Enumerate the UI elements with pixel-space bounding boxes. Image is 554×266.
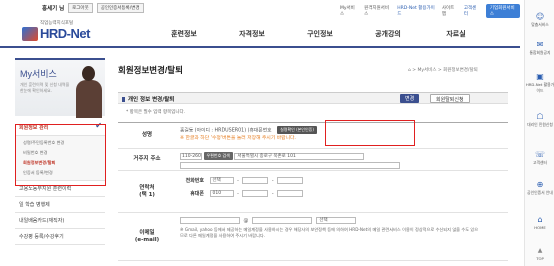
sidebar-desc: 개인 훈련이력 및 신청 내역을 한눈에 확인하세요.	[20, 82, 70, 93]
highlight-box-verify	[325, 120, 415, 146]
sidebar-item-work-study[interactable]: 일 학습 병행제	[15, 197, 105, 213]
email-label: 이메일 (e-mail)	[134, 229, 160, 243]
email-row: 이메일 (e-mail) @ 선택 ※ Gmail, yahoo 등에서 제공하…	[118, 213, 508, 261]
name-row: 성명 홍길동 (아이디 : HRDUSER01) (휴대폰번호 실명확인 (본인…	[118, 123, 508, 149]
nav-qualification[interactable]: 자격정보	[218, 29, 286, 39]
quick-label: TOP	[536, 256, 544, 261]
hrd-net-logo[interactable]: 직업능력지식포털 HRD-Net	[22, 20, 112, 46]
quick-cert[interactable]: ⊕ 공인인증서 안내	[525, 180, 554, 196]
nav-jobs[interactable]: 구인정보	[286, 29, 354, 39]
person-icon: ☺	[535, 12, 545, 21]
quick-customer[interactable]: ☏ 고객센터	[525, 150, 554, 166]
email-domain-select[interactable]: 선택	[316, 217, 357, 224]
sidebar-item-card[interactable]: 내일배움카드(재직자)	[15, 213, 105, 229]
quick-menu: ☺ 맞춤서비스 ✉ 통합회원공지 ▣ HRD-Net 활용가이드 ☖ 대리인 민원신청 …	[524, 0, 554, 266]
page-title: 회원정보변경/탈퇴	[118, 65, 183, 75]
quick-label: 대리인 민원신청	[527, 122, 553, 127]
contact-label: 연락처 (택 1)	[139, 184, 155, 198]
phone-icon: ☏	[535, 150, 546, 159]
required-note: * 항목은 필수 입력 항목입니다.	[126, 110, 186, 115]
quick-label: 고객센터	[533, 160, 547, 165]
guide-icon: ▣	[536, 72, 544, 81]
contact-row: 연락처 (택 1) 전화번호 선택 - - 휴대폰 010 - -	[118, 171, 508, 213]
quick-label: 통합회원공지	[529, 50, 551, 55]
phone-label: 전화번호	[185, 178, 204, 184]
quick-label: 맞춤서비스	[531, 22, 549, 27]
zip-search-button[interactable]: 우편번호 검색	[203, 152, 233, 160]
site-header: 직업능력지식포털 HRD-Net 훈련정보 자격정보 구인정보 공개강의 자료실	[0, 14, 520, 48]
mobile-last-input[interactable]	[277, 190, 304, 197]
proxy-icon: ☖	[536, 112, 544, 121]
address-row: 거주지 주소 110-260 우편번호 검색 서울특별시 종로구 북촌로 101	[118, 149, 508, 171]
email-id-input[interactable]	[180, 217, 240, 224]
phone-last-input[interactable]	[277, 177, 304, 184]
address2-input[interactable]	[180, 162, 400, 169]
phone-mid-input[interactable]	[242, 177, 269, 184]
sidebar-item-review[interactable]: 수강평 등록/수강후기	[15, 229, 105, 245]
plus-icon: ⊕	[536, 180, 544, 189]
home-icon: ⌂	[537, 215, 543, 224]
member-form: 성명 홍길동 (아이디 : HRDUSER01) (휴대폰번호 실명확인 (본인…	[118, 122, 508, 261]
logout-button[interactable]: 로그아웃	[68, 3, 93, 13]
sidebar-title: My서비스	[20, 69, 57, 79]
name-label: 성명	[141, 132, 153, 138]
user-area: 홍세기 님 로그아웃 공인인증서등록/변경	[42, 3, 144, 13]
quick-label: 공인인증서 안내	[527, 190, 553, 195]
quick-label: HOME	[534, 225, 546, 230]
nav-training[interactable]: 훈련정보	[150, 29, 218, 39]
cert-register-button[interactable]: 공인인증서등록/변경	[96, 3, 144, 13]
logo-mark-icon	[22, 27, 38, 41]
quick-top[interactable]: ▲ TOP	[525, 246, 554, 261]
quick-notice[interactable]: ✉ 통합회원공지	[525, 40, 554, 56]
breadcrumb: ⌂ > My서비스 > 회원정보변경/탈퇴	[408, 68, 478, 73]
email-note: ※ Gmail, yahoo 등에서 제공하는 메일계정을 사용하시는 경우 해…	[180, 227, 479, 238]
name-value: 홍길동 (아이디 : HRDUSER01) (휴대폰번호	[180, 128, 272, 134]
top-utility-bar: 홍세기 님 로그아웃 공인인증서등록/변경 My서비스 원격지원서비스 HRD-…	[0, 0, 520, 18]
quick-custom[interactable]: ☺ 맞춤서비스	[525, 12, 554, 28]
nav-open-lecture[interactable]: 공개강의	[354, 29, 422, 39]
mobile-label: 휴대폰	[190, 191, 204, 197]
zip-input[interactable]: 110-260	[180, 152, 202, 160]
tab-withdraw[interactable]: 회원탈퇴신청	[430, 94, 470, 103]
highlight-box-sidebar	[15, 124, 106, 186]
phone-area-select[interactable]: 선택	[209, 177, 234, 184]
quick-guide[interactable]: ▣ HRD-Net 활용가이드	[525, 72, 554, 94]
main-nav: 훈련정보 자격정보 구인정보 공개강의 자료실	[150, 29, 490, 39]
section-title: 개인 정보 변경/탈퇴	[122, 95, 174, 103]
arrow-up-icon: ▲	[537, 247, 543, 254]
tab-edit[interactable]: 변경	[400, 94, 420, 103]
logo-name: HRD-Net	[40, 26, 90, 41]
sidebar-hero: My서비스 개인 훈련이력 및 신청 내역을 한눈에 확인하세요.	[15, 58, 105, 118]
notice-icon: ✉	[536, 40, 544, 49]
quick-label: HRD-Net 활용가이드	[525, 82, 554, 93]
address1-input[interactable]: 서울특별시 종로구 북촌로 101	[234, 152, 365, 160]
person-image	[73, 62, 105, 118]
quick-home[interactable]: ⌂ HOME	[525, 215, 554, 230]
mobile-mid-input[interactable]	[242, 190, 269, 197]
mobile-prefix-select[interactable]: 010	[209, 190, 234, 197]
quick-proxy[interactable]: ☖ 대리인 민원신청	[525, 112, 554, 128]
email-domain-input[interactable]	[251, 217, 312, 224]
address-label: 거주지 주소	[133, 156, 161, 162]
user-name: 홍세기 님	[42, 6, 65, 12]
nav-library[interactable]: 자료실	[422, 29, 490, 39]
verify-button[interactable]: 실명확인 (본인인증)	[277, 126, 317, 134]
